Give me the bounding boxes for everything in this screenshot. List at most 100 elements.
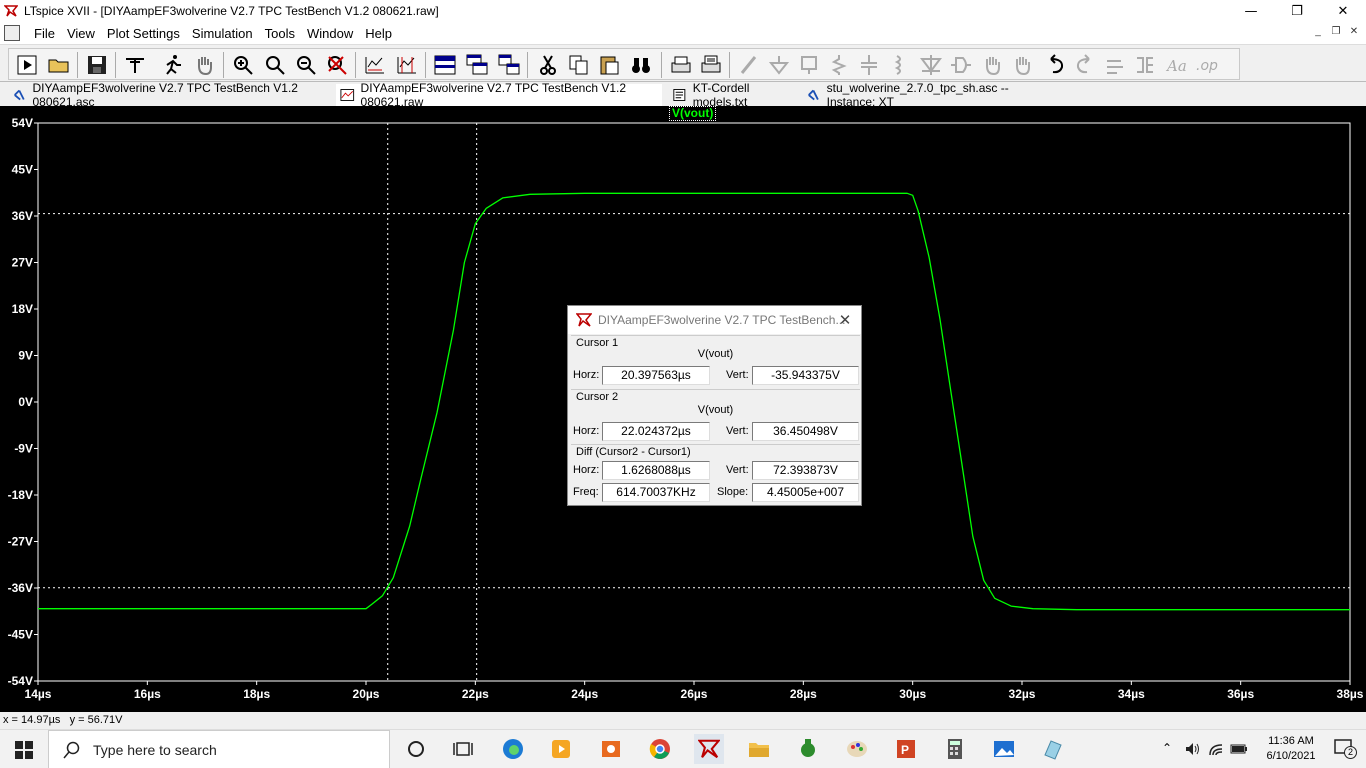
cursor2-horz-label: Horz: [573,425,600,437]
powerpoint-icon[interactable]: P [891,734,921,764]
minimize-button[interactable]: — [1228,0,1274,22]
diff-vert-field[interactable]: 72.393873V [752,461,859,480]
redo-icon[interactable] [1073,53,1097,77]
diff-slope-field[interactable]: 4.45005e+007 [752,483,859,502]
cortana-icon[interactable] [401,734,431,764]
dialog-title-bar[interactable]: DIYAampEF3wolverine V2.7 TPC TestBench..… [568,306,861,334]
resistor-icon[interactable] [827,53,851,77]
menu-window[interactable]: Window [301,26,359,41]
media-player-icon[interactable] [546,734,576,764]
wifi-icon[interactable] [1208,741,1224,757]
y-tick-label: 45V [12,163,33,177]
edge-browser-icon[interactable] [498,734,528,764]
clock-date: 6/10/2021 [1266,750,1316,762]
cascade-windows-icon[interactable] [465,53,489,77]
file-explorer-icon[interactable] [744,734,774,764]
save-icon[interactable] [85,53,109,77]
diff-freq-field[interactable]: 614.70037KHz [602,483,710,502]
inductor-icon[interactable] [887,53,911,77]
menu-file[interactable]: File [28,26,61,41]
start-button[interactable] [0,730,48,768]
paint-app-icon[interactable] [596,734,626,764]
print-preview-icon[interactable] [699,53,723,77]
run-man-icon[interactable] [161,53,185,77]
diode-icon[interactable] [919,53,943,77]
cursor2-horz-field[interactable]: 22.024372µs [602,422,710,441]
paint-palette-icon[interactable] [842,734,872,764]
cursor1-horz-field[interactable]: 20.397563µs [602,366,710,385]
autorange-x-icon[interactable] [395,53,419,77]
spice-directive-icon[interactable]: .op [1195,53,1219,77]
tab-instance-schematic[interactable]: stu_wolverine_2.7.0_tpc_sh.asc -- Instan… [802,81,1058,109]
speaker-icon[interactable] [1184,741,1200,757]
dialog-close-button[interactable]: ✕ [837,311,853,329]
tile-vertical-icon[interactable] [497,53,521,77]
zoom-area-icon[interactable] [263,53,287,77]
trace-label-vout[interactable]: V(vout) [669,106,717,121]
search-placeholder: Type here to search [93,741,217,758]
find-binoculars-icon[interactable] [629,53,653,77]
cursor2-vert-field[interactable]: 36.450498V [752,422,859,441]
menu-plot-settings[interactable]: Plot Settings [101,26,186,41]
diff-horz-field[interactable]: 1.6268088µs [602,461,710,480]
undo-icon[interactable] [1043,53,1067,77]
cut-scissors-icon[interactable] [537,53,561,77]
label-net-icon[interactable] [797,53,821,77]
tab-waveform[interactable]: DIYAampEF3wolverine V2.7 TPC TestBench V… [336,81,662,109]
run-icon[interactable] [15,53,39,77]
y-tick-label: -45V [8,628,33,642]
menu-tools[interactable]: Tools [259,26,301,41]
menu-help[interactable]: Help [359,26,398,41]
paste-icon[interactable] [597,53,621,77]
notification-center-button[interactable]: 2 [1334,738,1358,760]
zoom-out-icon[interactable] [294,53,318,77]
tab-text-file[interactable]: KT-Cordell models.txt [668,81,798,109]
maximize-button[interactable]: ❐ [1274,0,1320,22]
component-icon[interactable] [949,53,973,77]
drag-hand-icon[interactable] [1011,53,1035,77]
calculator-icon[interactable] [940,734,970,764]
mdi-restore-button[interactable]: ❐ [1328,25,1344,39]
mdi-minimize-button[interactable]: _ [1310,25,1326,39]
ground-icon[interactable] [767,53,791,77]
zoom-in-icon[interactable] [231,53,255,77]
x-tick-label: 20µs [353,687,380,701]
svg-text:Aa: Aa [1165,57,1187,75]
menu-simulation[interactable]: Simulation [186,26,259,41]
close-button[interactable]: ✕ [1320,0,1366,22]
ltspice-taskbar-icon[interactable] [694,734,724,764]
battery-icon[interactable] [1230,742,1248,756]
photos-icon[interactable] [989,734,1019,764]
taskbar-clock[interactable]: 11:36 AM 6/10/2021 [1256,734,1326,764]
cursor1-vert-field[interactable]: -35.943375V [752,366,859,385]
menu-view[interactable]: View [61,26,101,41]
wire-pencil-icon[interactable] [737,53,761,77]
copy-icon[interactable] [567,53,591,77]
tile-horizontal-icon[interactable] [433,53,457,77]
tab-schematic[interactable]: DIYAampEF3wolverine V2.7 TPC TestBench V… [8,81,332,109]
print-icon[interactable] [669,53,693,77]
open-folder-icon[interactable] [47,53,71,77]
mdi-close-button[interactable]: ✕ [1346,25,1362,39]
cursor2-vert-label: Vert: [726,425,749,437]
move-hand-icon[interactable] [981,53,1005,77]
y-tick-label: -27V [8,535,33,549]
mirror-icon[interactable] [1133,53,1157,77]
chevron-up-icon[interactable]: ⌃ [1162,741,1172,755]
y-tick-label: 54V [12,116,33,130]
chrome-browser-icon[interactable] [645,734,675,764]
zoom-fit-icon[interactable] [325,53,349,77]
document-icon[interactable] [4,25,20,41]
snipping-tool-icon[interactable] [1038,734,1068,764]
windows-taskbar: Type here to search P ⌃ 11:36 AM 6/10/20… [0,729,1366,768]
autorange-y-icon[interactable] [363,53,387,77]
task-view-icon[interactable] [448,734,478,764]
pan-hand-icon[interactable] [193,53,217,77]
text-icon[interactable]: Aa [1165,53,1189,77]
green-app-icon[interactable] [793,734,823,764]
rotate-icon[interactable] [1103,53,1127,77]
taskbar-search-box[interactable]: Type here to search [48,730,390,768]
control-panel-icon[interactable] [123,53,147,77]
capacitor-icon[interactable] [857,53,881,77]
diff-vert-label: Vert: [726,464,749,476]
